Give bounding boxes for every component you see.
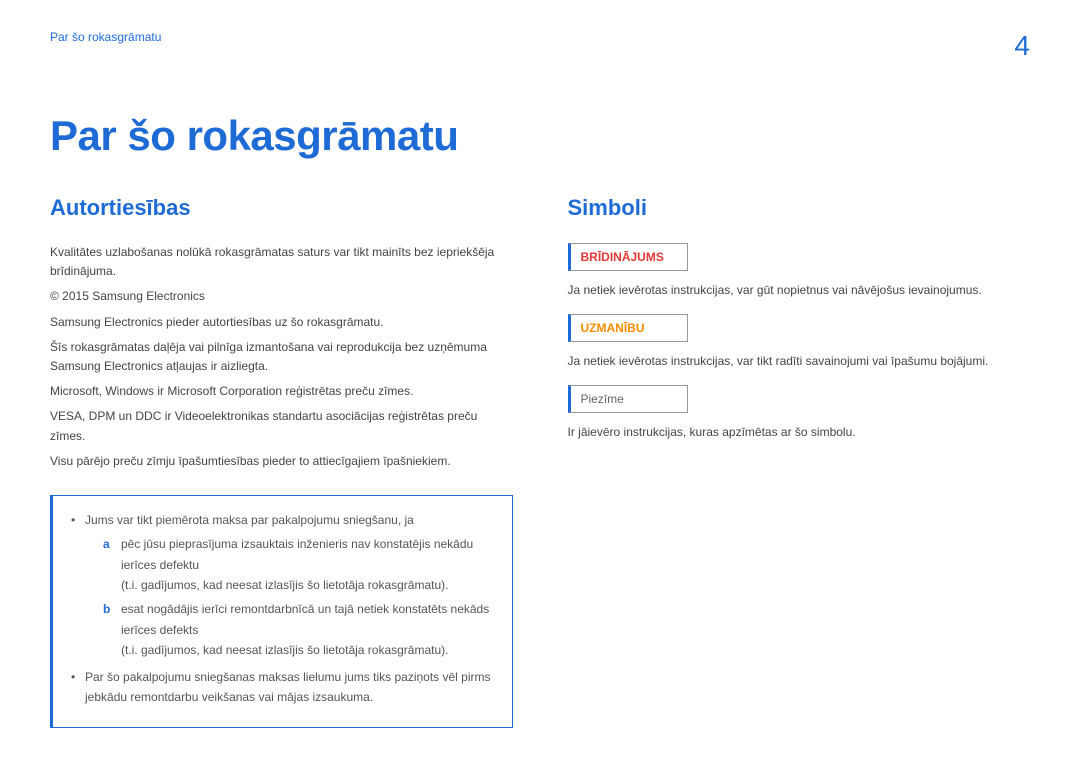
letter-marker: b [103, 599, 113, 660]
note-text: Ir jāievēro instrukcijas, kuras apzīmēta… [568, 423, 1031, 442]
lettered-list: a pēc jūsu pieprasījuma izsauktais inžen… [85, 534, 494, 660]
warning-label: BRĪDINĀJUMS [568, 243, 688, 271]
lettered-item-text: pēc jūsu pieprasījuma izsauktais inženie… [121, 537, 473, 571]
copyright-text: Visu pārējo preču zīmju īpašumtiesības p… [50, 452, 513, 471]
list-item: Par šo pakalpojumu sniegšanas maksas lie… [71, 667, 494, 708]
copyright-text: © 2015 Samsung Electronics [50, 287, 513, 306]
list-item: Jums var tikt piemērota maksa par pakalp… [71, 510, 494, 661]
lettered-item-sub: (t.i. gadījumos, kad neesat izlasījis šo… [121, 643, 448, 657]
copyright-text: Samsung Electronics pieder autortiesības… [50, 313, 513, 332]
copyright-text: VESA, DPM un DDC ir Videoelektronikas st… [50, 407, 513, 445]
copyright-text: Microsoft, Windows ir Microsoft Corporat… [50, 382, 513, 401]
caution-label: UZMANĪBU [568, 314, 688, 342]
letter-marker: a [103, 534, 113, 595]
left-column: Autortiesības Kvalitātes uzlabošanas nol… [50, 195, 513, 728]
symbol-warning: BRĪDINĀJUMS Ja netiek ievērotas instrukc… [568, 243, 1031, 300]
info-box: Jums var tikt piemērota maksa par pakalp… [50, 495, 513, 729]
lettered-item: a pēc jūsu pieprasījuma izsauktais inžen… [103, 534, 494, 595]
section-title-symbols: Simboli [568, 195, 1031, 221]
page-title: Par šo rokasgrāmatu [50, 112, 1030, 160]
breadcrumb: Par šo rokasgrāmatu [50, 30, 161, 44]
lettered-item-text: esat nogādājis ierīci remontdarbnīcā un … [121, 602, 489, 636]
lettered-item: b esat nogādājis ierīci remontdarbnīcā u… [103, 599, 494, 660]
copyright-text: Kvalitātes uzlabošanas nolūkā rokasgrāma… [50, 243, 513, 281]
caution-text: Ja netiek ievērotas instrukcijas, var ti… [568, 352, 1031, 371]
content-columns: Autortiesības Kvalitātes uzlabošanas nol… [50, 195, 1030, 728]
note-label: Piezīme [568, 385, 688, 413]
page-container: Par šo rokasgrāmatu 4 Par šo rokasgrāmat… [0, 0, 1080, 763]
right-column: Simboli BRĪDINĀJUMS Ja netiek ievērotas … [568, 195, 1031, 728]
warning-text: Ja netiek ievērotas instrukcijas, var gū… [568, 281, 1031, 300]
page-header: Par šo rokasgrāmatu 4 [50, 30, 1030, 62]
list-item-text: Par šo pakalpojumu sniegšanas maksas lie… [85, 670, 491, 704]
lettered-item-sub: (t.i. gadījumos, kad neesat izlasījis šo… [121, 578, 448, 592]
symbol-caution: UZMANĪBU Ja netiek ievērotas instrukcija… [568, 314, 1031, 371]
symbol-note: Piezīme Ir jāievēro instrukcijas, kuras … [568, 385, 1031, 442]
copyright-text: Šīs rokasgrāmatas daļēja vai pilnīga izm… [50, 338, 513, 376]
section-title-copyright: Autortiesības [50, 195, 513, 221]
list-item-text: Jums var tikt piemērota maksa par pakalp… [85, 513, 414, 527]
page-number: 4 [1014, 30, 1030, 62]
